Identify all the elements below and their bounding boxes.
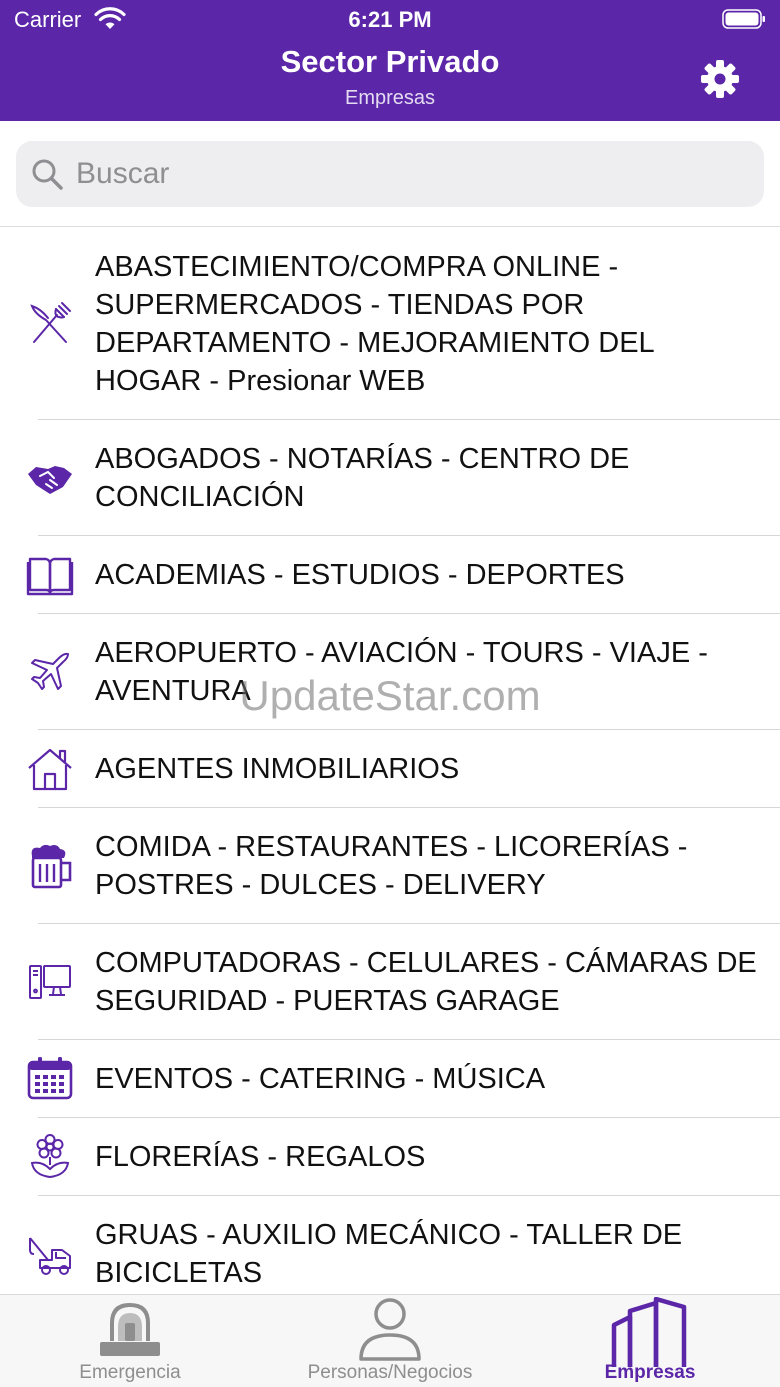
- tab-label: Personas/Negocios: [307, 1362, 473, 1383]
- battery-icon: [722, 9, 765, 29]
- house-icon: [28, 748, 72, 791]
- page-title: Sector Privado: [280, 44, 500, 79]
- tow-truck-icon: [29, 1237, 71, 1275]
- beer-mug-icon: [31, 844, 72, 889]
- list-item[interactable]: ABASTECIMIENTO/COMPRA ONLINE - SUPERMERC…: [0, 228, 780, 420]
- list-item-label: ABOGADOS - NOTARÍAS - CENTRO DE CONCILIA…: [95, 443, 630, 513]
- list-item[interactable]: COMPUTADORAS - CELULARES - CÁMARAS DE SE…: [0, 924, 780, 1040]
- nav-header: Carrier 6:21 PM Sector Privado Empresas: [0, 0, 780, 121]
- tab-label: Emergencia: [79, 1362, 181, 1383]
- book-icon: [26, 557, 74, 596]
- list-item-label: COMPUTADORAS - CELULARES - CÁMARAS DE SE…: [95, 947, 757, 1017]
- gear-icon[interactable]: [700, 59, 740, 99]
- list-item[interactable]: AGENTES INMOBILIARIOS: [0, 730, 780, 808]
- search-input[interactable]: [76, 157, 726, 191]
- list-item-label: FLORERÍAS - REGALOS: [95, 1141, 426, 1173]
- list-item[interactable]: ACADEMIAS - ESTUDIOS - DEPORTES: [0, 536, 780, 614]
- tab-label: Empresas: [604, 1362, 696, 1383]
- search-icon: [32, 159, 63, 190]
- fork-knife-icon: [30, 302, 71, 343]
- tab-empresas[interactable]: Empresas: [520, 1295, 780, 1387]
- list-item-label: EVENTOS - CATERING - MÚSICA: [95, 1063, 546, 1095]
- search-field[interactable]: [16, 141, 764, 207]
- calendar-icon: [27, 1057, 73, 1100]
- status-bar: Carrier 6:21 PM: [0, 0, 780, 40]
- list-item[interactable]: COMIDA - RESTAURANTES - LICORERÍAS - POS…: [0, 808, 780, 924]
- list-item-label: ABASTECIMIENTO/COMPRA ONLINE - SUPERMERC…: [95, 251, 654, 397]
- search-bar: [0, 121, 780, 227]
- list-item-label: GRUAS - AUXILIO MECÁNICO - TALLER DE BIC…: [95, 1219, 683, 1289]
- tab-emergencia[interactable]: Emergencia: [0, 1295, 260, 1387]
- person-icon: [359, 1298, 421, 1361]
- list-item[interactable]: AEROPUERTO - AVIACIÓN - TOURS - VIAJE - …: [0, 614, 780, 730]
- page-subtitle: Empresas: [344, 87, 436, 109]
- flower-icon: [30, 1134, 70, 1179]
- computer-icon: [29, 965, 71, 999]
- airplane-icon: [31, 652, 69, 690]
- buildings-icon: [611, 1297, 687, 1367]
- list-item[interactable]: GRUAS - AUXILIO MECÁNICO - TALLER DE BIC…: [0, 1196, 780, 1294]
- category-list: ABASTECIMIENTO/COMPRA ONLINE - SUPERMERC…: [0, 228, 780, 1294]
- handshake-icon: [28, 466, 72, 494]
- list-item-label: COMIDA - RESTAURANTES - LICORERÍAS - POS…: [95, 831, 688, 901]
- list-item-label: AEROPUERTO - AVIACIÓN - TOURS - VIAJE - …: [95, 637, 708, 707]
- list-item[interactable]: EVENTOS - CATERING - MÚSICA: [0, 1040, 780, 1118]
- siren-icon: [100, 1302, 160, 1356]
- list-item-label: AGENTES INMOBILIARIOS: [95, 753, 460, 785]
- list-item[interactable]: ABOGADOS - NOTARÍAS - CENTRO DE CONCILIA…: [0, 420, 780, 536]
- list-item[interactable]: FLORERÍAS - REGALOS: [0, 1118, 780, 1196]
- clock: 6:21 PM: [348, 7, 432, 32]
- list-item-label: ACADEMIAS - ESTUDIOS - DEPORTES: [95, 559, 625, 591]
- tab-personas-negocios[interactable]: Personas/Negocios: [260, 1295, 520, 1387]
- tab-bar: Emergencia Personas/Negocios Empresas: [0, 1294, 780, 1387]
